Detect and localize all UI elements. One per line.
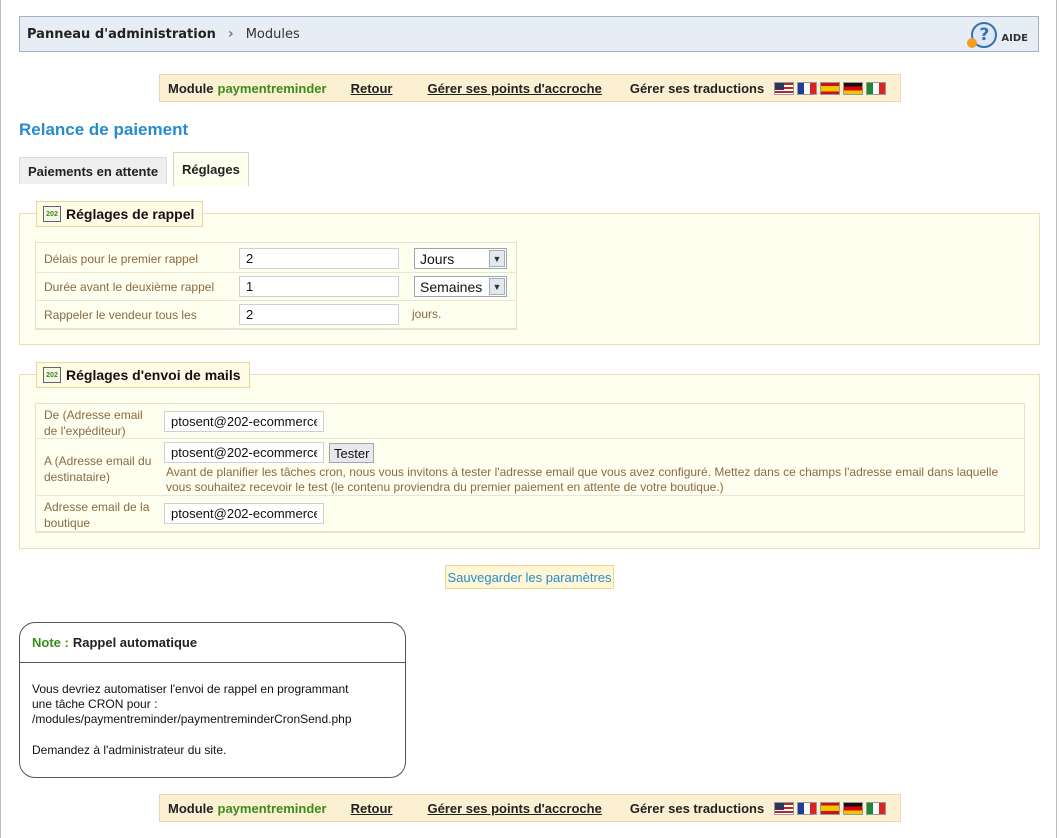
table-row: De (Adresse email de l'expéditeur)	[36, 404, 1024, 439]
mail-settings-table: De (Adresse email de l'expéditeur) A (Ad…	[35, 403, 1025, 533]
table-row: Délais pour le premier rappel Jours ▼	[36, 245, 516, 273]
breadcrumb-current[interactable]: Modules	[246, 27, 300, 42]
module-prefix: Module	[168, 80, 214, 96]
breadcrumb-root[interactable]: Panneau d'administration	[27, 27, 216, 42]
flag-us-icon[interactable]	[774, 801, 795, 815]
flag-it-icon[interactable]	[866, 81, 887, 95]
breadcrumb-separator-icon: ›	[227, 26, 234, 42]
help-button[interactable]: ? AIDE	[967, 22, 1028, 48]
mail-settings-panel: 202 Réglages d'envoi de mails De (Adress…	[19, 362, 1040, 549]
second-reminder-label: Durée avant le deuxième rappel	[44, 280, 215, 294]
module-logo-icon: 202	[43, 367, 61, 383]
tab-pending-payments[interactable]: Paiements en attente	[19, 157, 168, 184]
shop-email-label: Adresse email de la boutique	[44, 500, 150, 530]
recipient-email-help: Avant de planifier les tâches cron, nous…	[166, 465, 999, 494]
sender-email-input[interactable]	[164, 411, 324, 432]
reminder-settings-panel: 202 Réglages de rappel Délais pour le pr…	[19, 201, 1040, 345]
module-prefix: Module	[168, 800, 214, 816]
reminder-settings-table: Délais pour le premier rappel Jours ▼ Du…	[35, 242, 517, 330]
hooks-link[interactable]: Gérer ses points d'accroche	[427, 801, 601, 816]
first-reminder-input[interactable]	[239, 248, 399, 269]
note-header: Note : Rappel automatique	[20, 623, 405, 663]
reminder-settings-legend: 202 Réglages de rappel	[36, 201, 204, 227]
flag-it-icon[interactable]	[866, 801, 887, 815]
second-reminder-input[interactable]	[239, 276, 399, 297]
note-label: Note :	[32, 635, 69, 650]
module-toolbar-bottom: Module paymentreminder Retour Gérer ses …	[159, 794, 901, 822]
note-box: Note : Rappel automatique Vous devriez a…	[19, 622, 406, 778]
first-reminder-unit-value: Jours	[420, 250, 455, 267]
module-toolbar-top: Module paymentreminder Retour Gérer ses …	[159, 74, 901, 102]
flag-de-icon[interactable]	[843, 801, 864, 815]
flag-es-icon[interactable]	[820, 801, 841, 815]
chevron-down-icon: ▼	[489, 278, 505, 295]
module-name: paymentreminder	[217, 80, 327, 96]
help-icon: ?	[967, 22, 998, 48]
mail-settings-title: Réglages d'envoi de mails	[66, 367, 241, 383]
mail-settings-legend: 202 Réglages d'envoi de mails	[36, 362, 250, 388]
note-body: Vous devriez automatiser l'envoi de rapp…	[20, 663, 405, 758]
recipient-email-input[interactable]	[164, 442, 324, 463]
translation-flags	[774, 801, 887, 815]
seller-reminder-label: Rappeler le vendeur tous les	[44, 308, 197, 322]
second-reminder-unit-select[interactable]: Semaines ▼	[414, 276, 507, 297]
note-line: une tâche CRON pour :	[32, 697, 158, 711]
translations-label: Gérer ses traductions	[629, 800, 765, 816]
shop-email-input[interactable]	[164, 503, 324, 524]
flag-de-icon[interactable]	[843, 81, 864, 95]
back-link[interactable]: Retour	[351, 801, 393, 816]
module-logo-icon: 202	[43, 206, 61, 222]
table-row: A (Adresse email du destinataire) Tester…	[36, 439, 1024, 496]
second-reminder-unit-value: Semaines	[420, 278, 483, 295]
hooks-link[interactable]: Gérer ses points d'accroche	[427, 81, 601, 96]
first-reminder-label: Délais pour le premier rappel	[44, 252, 199, 266]
note-line: Demandez à l'administrateur du site.	[32, 743, 227, 757]
tab-settings[interactable]: Réglages	[173, 152, 249, 186]
note-title: Rappel automatique	[72, 635, 198, 650]
seller-reminder-input[interactable]	[239, 304, 399, 325]
table-row: Adresse email de la boutique	[36, 496, 1024, 532]
translation-flags	[774, 81, 887, 95]
flag-fr-icon[interactable]	[797, 801, 818, 815]
translations-label: Gérer ses traductions	[629, 80, 765, 96]
note-line: Vous devriez automatiser l'envoi de rapp…	[32, 682, 349, 696]
page-title: Relance de paiement	[19, 120, 189, 139]
module-name: paymentreminder	[217, 800, 327, 816]
flag-fr-icon[interactable]	[797, 81, 818, 95]
seller-reminder-unit: jours.	[412, 307, 442, 321]
note-cron-path: /modules/paymentreminder/paymentreminder…	[32, 712, 352, 726]
first-reminder-unit-select[interactable]: Jours ▼	[414, 248, 507, 269]
sender-email-label: De (Adresse email de l'expéditeur)	[44, 408, 143, 438]
flag-es-icon[interactable]	[820, 81, 841, 95]
chevron-down-icon: ▼	[489, 250, 505, 267]
recipient-email-label: A (Adresse email du destinataire)	[44, 454, 152, 484]
help-label: AIDE	[1001, 32, 1028, 44]
back-link[interactable]: Retour	[351, 81, 393, 96]
save-settings-button[interactable]: Sauvegarder les paramètres	[445, 565, 614, 589]
test-email-button[interactable]: Tester	[329, 443, 375, 463]
table-row: Rappeler le vendeur tous les jours.	[36, 301, 516, 329]
reminder-settings-title: Réglages de rappel	[66, 206, 195, 222]
breadcrumb: Panneau d'administration › Modules ? AID…	[19, 16, 1039, 52]
table-row: Durée avant le deuxième rappel Semaines …	[36, 273, 516, 301]
flag-us-icon[interactable]	[774, 81, 795, 95]
